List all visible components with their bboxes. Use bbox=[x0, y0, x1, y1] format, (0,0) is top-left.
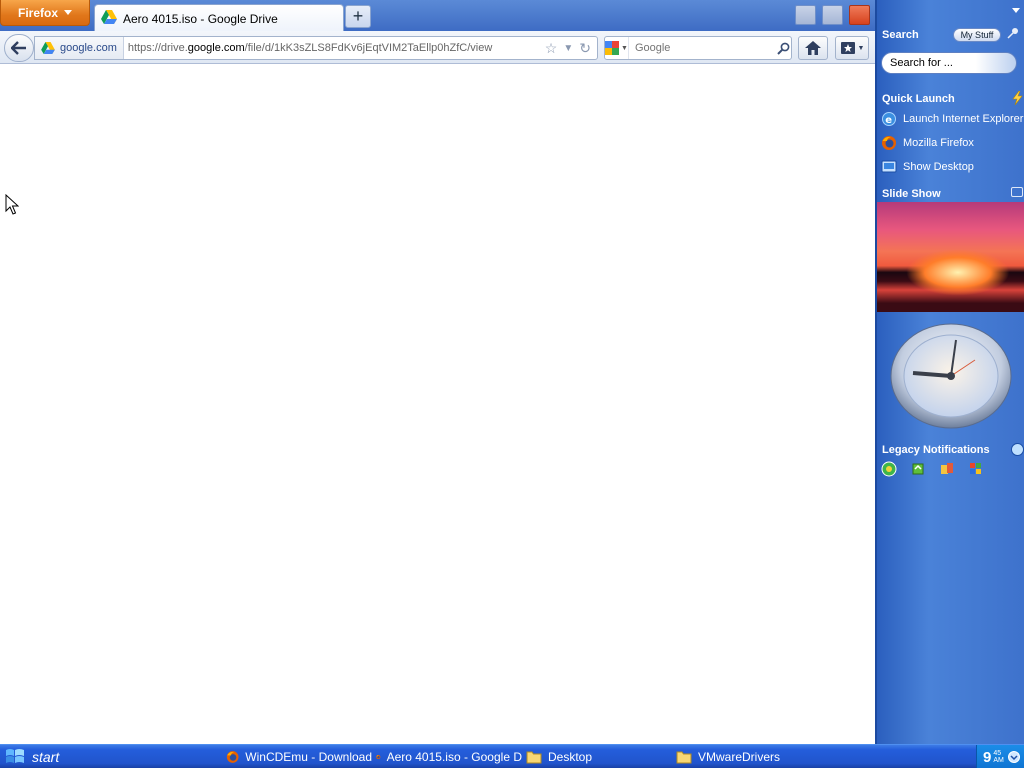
legacy-notifications-tray bbox=[881, 461, 984, 477]
bookmarks-button[interactable]: ▼ bbox=[835, 36, 869, 60]
taskbar-button-google-drive[interactable]: Aero 4015.iso - Google D bbox=[376, 747, 522, 767]
windows-flag-icon bbox=[6, 749, 24, 763]
maximize-button[interactable] bbox=[822, 5, 843, 25]
url-host: google.com bbox=[187, 42, 245, 54]
firefox-icon bbox=[376, 754, 381, 760]
url-path: /file/d/1kK3sZLS8FdKv6jEqtVIM2TaEllp0hZf… bbox=[244, 42, 493, 54]
google-drive-icon bbox=[41, 42, 55, 54]
sidebar-gadgets: Search My Stuff Search for ... Quick Lau… bbox=[875, 0, 1024, 744]
firefox-icon bbox=[882, 136, 896, 150]
url-bar[interactable]: google.com https://drive.google.com/file… bbox=[34, 36, 598, 60]
search-gadget-title: Search bbox=[882, 29, 919, 41]
navigation-toolbar: google.com https://drive.google.com/file… bbox=[0, 31, 875, 64]
taskbar-button-label: WinCDEmu - Download bbox=[245, 750, 372, 764]
quick-launch-item-label: Mozilla Firefox bbox=[903, 137, 974, 149]
quick-launch-item-internet-explorer[interactable]: e Launch Internet Explorer bbox=[881, 109, 1024, 129]
system-tray-clock[interactable]: 9 45 AM bbox=[976, 745, 1024, 768]
site-identity-button[interactable]: google.com bbox=[35, 37, 124, 59]
clock-gadget[interactable] bbox=[889, 322, 1013, 430]
url-prefix: https://drive. bbox=[127, 42, 188, 54]
chevron-down-icon: ▼ bbox=[857, 44, 865, 52]
camera-icon[interactable] bbox=[1011, 187, 1023, 197]
tab-active[interactable]: Aero 4015.iso - Google Drive bbox=[94, 4, 344, 32]
sidebar-search-input[interactable]: Search for ... bbox=[881, 52, 1017, 74]
taskbar-button-label: Desktop bbox=[548, 750, 593, 764]
legacy-notifications-title: Legacy Notifications bbox=[882, 444, 990, 456]
url-dropdown-icon[interactable]: ▼ bbox=[563, 43, 573, 54]
taskbar-button-wincdemu[interactable]: WinCDEmu - Download bbox=[226, 747, 372, 767]
close-button[interactable] bbox=[849, 5, 870, 25]
clock-minute: 45 bbox=[993, 750, 1002, 757]
minimize-button[interactable] bbox=[795, 5, 816, 25]
title-bar: Firefox Aero 4015.iso - Google Drive + bbox=[0, 0, 875, 32]
chevron-down-icon bbox=[64, 10, 72, 15]
internet-explorer-icon: e bbox=[882, 112, 896, 126]
quick-launch-item-show-desktop[interactable]: Show Desktop bbox=[881, 157, 1024, 177]
chevron-down-icon[interactable] bbox=[1007, 751, 1020, 763]
search-bar[interactable]: ▼ bbox=[604, 36, 792, 60]
slide-show-title: Slide Show bbox=[882, 188, 941, 200]
chevron-down-icon: ▼ bbox=[621, 44, 628, 52]
sidebar-top-bar bbox=[877, 0, 1024, 24]
notifications-icon bbox=[1011, 443, 1024, 459]
taskbar-button-label: VMwareDrivers bbox=[698, 750, 781, 764]
my-stuff-button[interactable]: My Stuff bbox=[953, 28, 1001, 42]
bookmark-star-icon[interactable]: ☆ bbox=[545, 40, 558, 57]
reload-icon[interactable]: ↻ bbox=[579, 40, 591, 57]
start-label: start bbox=[32, 749, 60, 765]
taskbar-button-vmwaredrivers[interactable]: VMwareDrivers bbox=[676, 747, 822, 767]
back-button[interactable] bbox=[4, 34, 34, 62]
page-content[interactable] bbox=[0, 65, 875, 744]
firefox-icon bbox=[226, 751, 239, 763]
update-icon[interactable] bbox=[910, 461, 926, 477]
chevron-down-icon[interactable] bbox=[1012, 8, 1020, 13]
new-tab-button[interactable]: + bbox=[345, 5, 371, 28]
svg-text:e: e bbox=[885, 115, 892, 126]
tab-title: Aero 4015.iso - Google Drive bbox=[123, 11, 278, 26]
home-icon bbox=[805, 41, 821, 55]
pin-icon[interactable] bbox=[1007, 27, 1019, 42]
search-icon[interactable] bbox=[777, 42, 791, 55]
security-icon[interactable] bbox=[939, 461, 955, 477]
quick-launch-item-label: Launch Internet Explorer bbox=[903, 113, 1024, 125]
taskbar-button-label: Aero 4015.iso - Google D bbox=[386, 750, 522, 764]
search-engine-button[interactable]: ▼ bbox=[605, 37, 629, 59]
windows-flag-icon[interactable] bbox=[968, 461, 984, 477]
slide-show-image[interactable] bbox=[877, 202, 1024, 312]
clock-ampm: AM bbox=[993, 757, 1004, 764]
quick-launch-item-label: Show Desktop bbox=[903, 161, 974, 173]
taskbar: start WinCDEmu - Download Aero 4015.iso … bbox=[0, 744, 1024, 768]
firefox-window: Firefox Aero 4015.iso - Google Drive + g… bbox=[0, 0, 875, 744]
taskbar-button-desktop[interactable]: Desktop bbox=[526, 747, 672, 767]
quick-launch-title: Quick Launch bbox=[882, 93, 955, 105]
show-desktop-icon bbox=[881, 160, 897, 173]
home-button[interactable] bbox=[798, 36, 828, 60]
quick-launch-item-firefox[interactable]: Mozilla Firefox bbox=[881, 133, 1024, 153]
bookmarks-icon bbox=[840, 42, 855, 54]
folder-icon bbox=[676, 751, 692, 764]
clock-hour: 9 bbox=[983, 748, 992, 766]
search-input[interactable] bbox=[628, 42, 777, 54]
url-text[interactable]: https://drive.google.com/file/d/1kK3sZLS… bbox=[124, 42, 545, 54]
firefox-menu-label: Firefox bbox=[17, 5, 58, 20]
google-icon bbox=[605, 41, 619, 55]
start-button[interactable]: start bbox=[0, 745, 96, 768]
back-arrow-icon bbox=[11, 41, 26, 55]
mouse-cursor-icon bbox=[5, 194, 19, 215]
firefox-menu-button[interactable]: Firefox bbox=[0, 0, 90, 26]
lightning-icon bbox=[1010, 90, 1024, 108]
site-identity-label: google.com bbox=[60, 42, 117, 54]
google-drive-icon bbox=[101, 10, 117, 27]
network-icon[interactable] bbox=[881, 461, 897, 477]
folder-icon bbox=[526, 751, 542, 764]
